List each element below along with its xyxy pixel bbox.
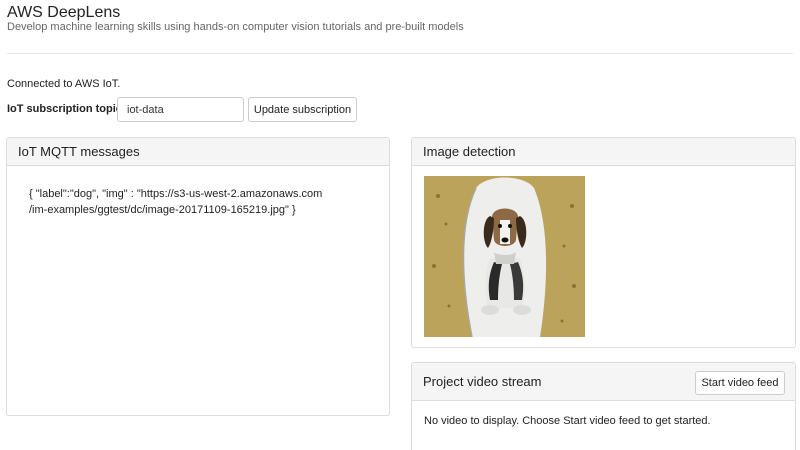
image-detection-panel: Image detection <box>411 137 796 348</box>
app-subtitle: Develop machine learning skills using ha… <box>7 21 464 33</box>
video-stream-panel: Project video stream Start video feed No… <box>411 362 796 450</box>
mqtt-message: { "label":"dog", "img" : "https://s3-us-… <box>29 188 323 216</box>
update-subscription-button[interactable]: Update subscription <box>248 97 357 122</box>
start-video-feed-button[interactable]: Start video feed <box>695 371 785 395</box>
video-panel-header: Project video stream Start video feed <box>412 363 795 401</box>
subscription-topic-input[interactable] <box>117 97 244 122</box>
detection-panel-title: Image detection <box>412 138 795 166</box>
mqtt-panel-title: IoT MQTT messages <box>7 138 389 166</box>
header-divider <box>7 53 793 54</box>
app-title: AWS DeepLens <box>7 4 121 21</box>
connection-status: Connected to AWS IoT. <box>7 78 121 90</box>
detection-image <box>424 176 585 337</box>
video-empty-message: No video to display. Choose Start video … <box>424 415 711 427</box>
subscription-topic-label: IoT subscription topic: <box>7 103 126 115</box>
mqtt-messages-panel: IoT MQTT messages { "label":"dog", "img"… <box>6 137 390 416</box>
video-panel-title: Project video stream <box>423 374 542 389</box>
